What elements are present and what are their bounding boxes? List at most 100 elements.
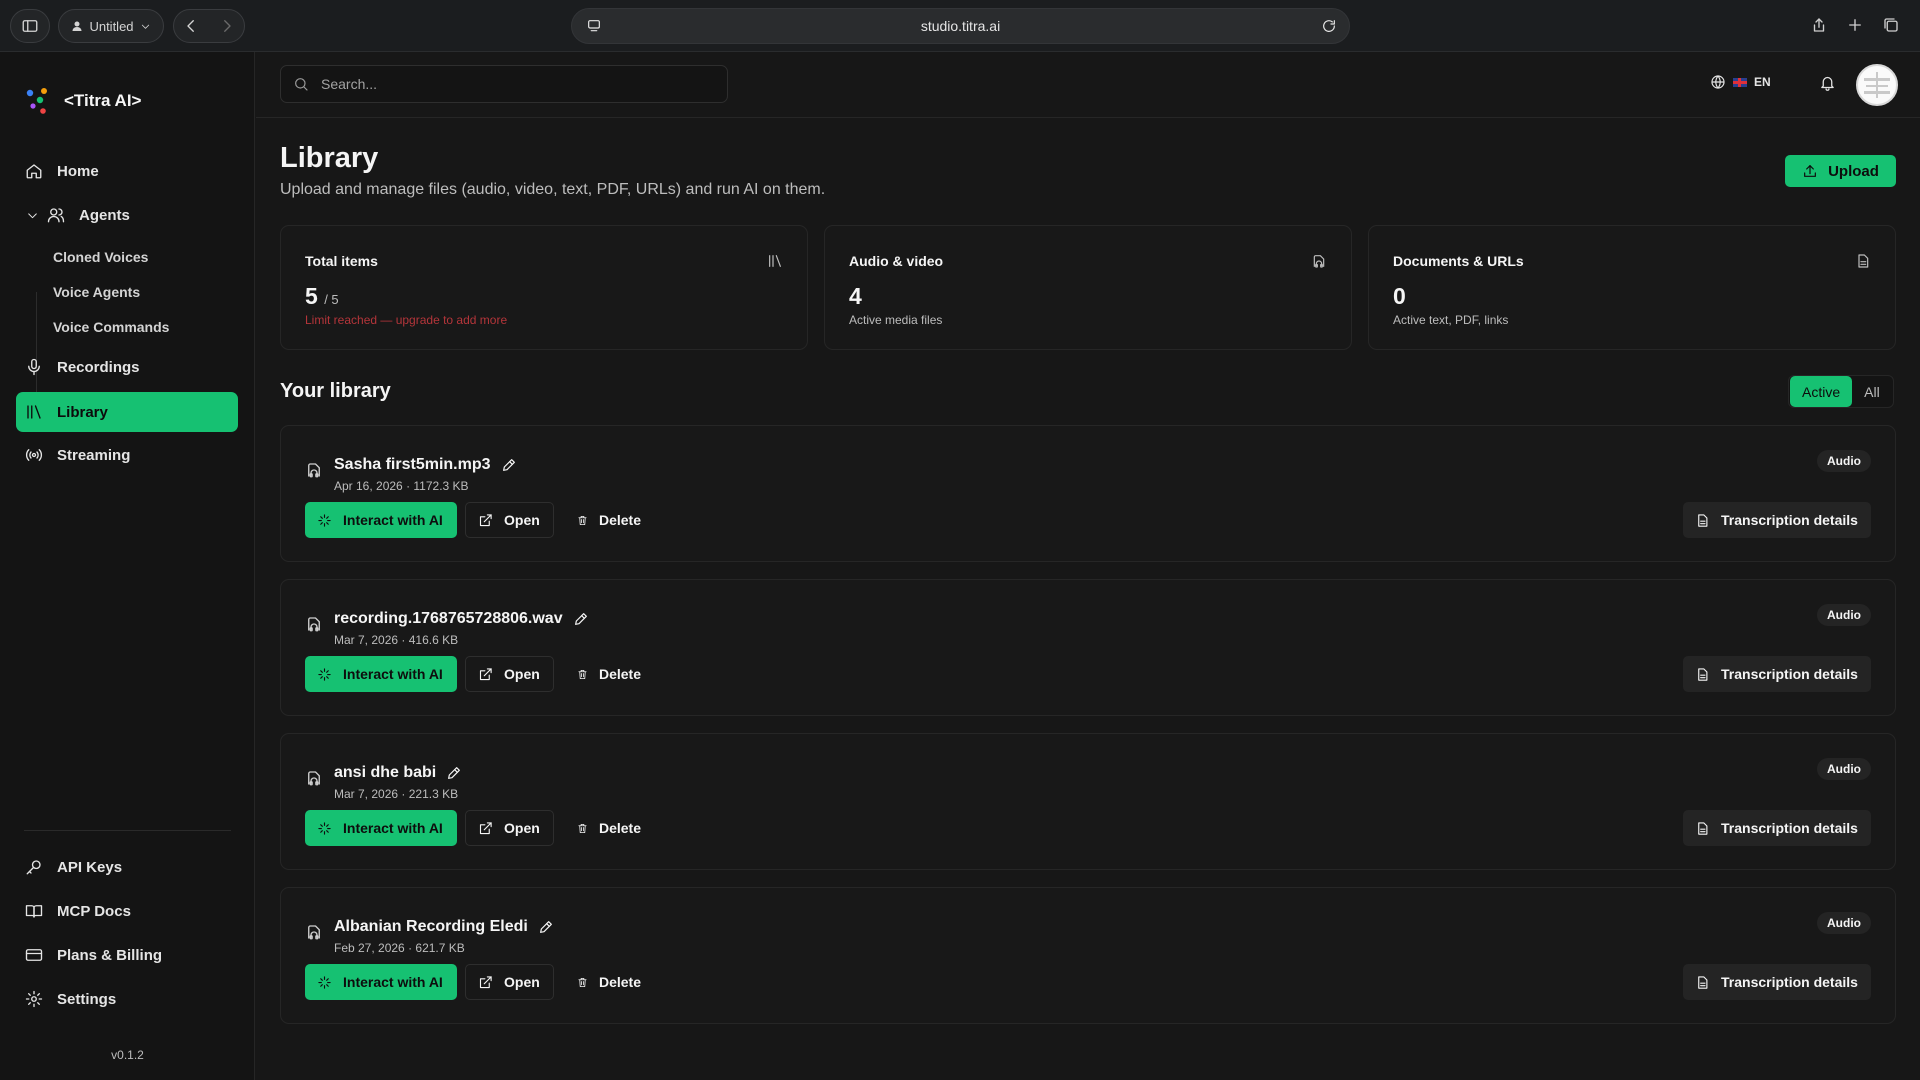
sidebar-item-settings[interactable]: Settings [16,979,238,1019]
tab-overview-icon[interactable] [1882,16,1900,34]
file-name: recording.1768765728806.wav [334,610,563,627]
file-date: Apr 16, 2026 [334,479,403,493]
book-icon [25,905,43,918]
sidebar-subitem-voice-commands[interactable]: Voice Commands [53,319,169,335]
file-name-row: recording.1768765728806.wav [334,610,589,628]
share-icon[interactable] [1810,16,1828,34]
file-name: ansi dhe babi [334,764,437,781]
external-link-icon [479,667,492,680]
button-label: Delete [598,974,641,990]
file-meta: Mar 7, 2026 · 221.3 KB [334,787,458,801]
section-title: Your library [280,380,391,402]
sidebar-item-library[interactable]: Library [16,392,238,432]
stat-card-documents-urls: Documents & URLs 0 Active text, PDF, lin… [1368,225,1896,350]
key-icon [26,860,41,875]
file-size: · 416.6 KB [401,633,459,647]
sidebar-item-label: Recordings [57,358,140,376]
filter-active[interactable]: Active [1790,376,1853,407]
back-icon[interactable] [182,17,200,35]
upload-label: Upload [1828,162,1879,180]
file-date: Feb 27, 2026 [334,941,405,955]
sparkles-icon [318,821,331,835]
delete-button[interactable]: Delete [565,656,653,692]
sidebar-divider [24,830,231,831]
button-label: Transcription details [1721,974,1858,990]
sidebar-item-streaming[interactable]: Streaming [16,435,238,475]
button-label: Interact with AI [343,974,443,990]
type-badge: Audio [1817,450,1871,472]
profile-label: Untitled [89,18,134,34]
profile-button[interactable]: Untitled [58,9,164,43]
button-label: Transcription details [1721,512,1858,528]
sidebar-subitem-cloned-voices[interactable]: Cloned Voices [53,249,148,265]
brand-logo[interactable]: <Titra AI> [24,86,141,116]
credit-card-icon [25,949,43,961]
button-label: Interact with AI [343,666,443,682]
pencil-icon[interactable] [501,457,517,473]
upload-button[interactable]: Upload [1785,155,1896,187]
sidebar-item-home[interactable]: Home [16,151,238,191]
sidebar-toggle-button[interactable] [10,9,50,43]
logo-icon [26,88,47,114]
pencil-icon[interactable] [573,611,589,627]
file-audio-icon [308,925,320,940]
open-button[interactable]: Open [465,656,554,692]
transcription-details-button[interactable]: Transcription details [1683,656,1871,692]
delete-button[interactable]: Delete [565,502,653,538]
interact-with-ai-button[interactable]: Interact with AI [305,810,457,846]
file-name: Albanian Recording Eledi [334,918,528,935]
reload-icon[interactable] [1321,18,1337,34]
open-button[interactable]: Open [465,502,554,538]
url-text: studio.titra.ai [920,18,1001,34]
sidebar-item-mcp-docs[interactable]: MCP Docs [16,891,238,931]
person-icon [72,21,82,31]
bell-icon[interactable] [1819,74,1836,91]
filter-toggle: Active All [1788,375,1894,408]
transcription-details-button[interactable]: Transcription details [1683,502,1871,538]
interact-with-ai-button[interactable]: Interact with AI [305,964,457,1000]
chevron-down-icon[interactable] [26,209,39,222]
file-audio-icon [308,771,320,786]
file-name-row: ansi dhe babi [334,764,462,782]
forward-icon[interactable] [218,17,236,35]
sidebar-item-agents[interactable]: Agents [16,195,238,235]
external-link-icon [479,975,492,988]
site-settings-icon[interactable] [586,18,602,34]
sidebar-item-plans-billing[interactable]: Plans & Billing [16,935,238,975]
file-size: · 1172.3 KB [406,479,469,493]
delete-button[interactable]: Delete [565,810,653,846]
open-button[interactable]: Open [465,964,554,1000]
button-label: Open [504,974,540,990]
sidebar: <Titra AI> Home Agents Cloned Voices Voi… [0,52,255,1080]
filter-all[interactable]: All [1852,376,1892,407]
library-item-card: Albanian Recording Eledi Feb 27, 2026 · … [280,887,1896,1024]
interact-with-ai-button[interactable]: Interact with AI [305,502,457,538]
stat-label: Audio & video [849,253,944,269]
library-icon [769,255,781,267]
file-audio-icon [308,463,320,478]
address-bar[interactable]: studio.titra.ai [571,8,1350,44]
app-version: v0.1.2 [111,1048,144,1062]
button-label: Open [504,512,540,528]
type-badge: Audio [1817,912,1871,934]
type-badge: Audio [1817,758,1871,780]
avatar[interactable] [1856,64,1898,106]
sidebar-item-label: MCP Docs [57,902,131,920]
sidebar-subitem-voice-agents[interactable]: Voice Agents [53,284,140,300]
interact-with-ai-button[interactable]: Interact with AI [305,656,457,692]
open-button[interactable]: Open [465,810,554,846]
sidebar-item-label: API Keys [57,858,123,876]
sidebar-item-recordings[interactable]: Recordings [16,347,238,387]
transcription-details-button[interactable]: Transcription details [1683,810,1871,846]
language-selector[interactable]: EN [1710,74,1771,90]
file-size: · 221.3 KB [401,787,459,801]
pencil-icon[interactable] [538,919,554,935]
pencil-icon[interactable] [446,765,462,781]
search-input[interactable] [321,76,701,92]
new-tab-icon[interactable] [1846,16,1864,34]
sidebar-item-api-keys[interactable]: API Keys [16,847,238,887]
stat-value: 5 / 5 [305,283,339,310]
transcription-details-button[interactable]: Transcription details [1683,964,1871,1000]
stat-value-limit: / 5 [324,292,339,307]
delete-button[interactable]: Delete [565,964,653,1000]
